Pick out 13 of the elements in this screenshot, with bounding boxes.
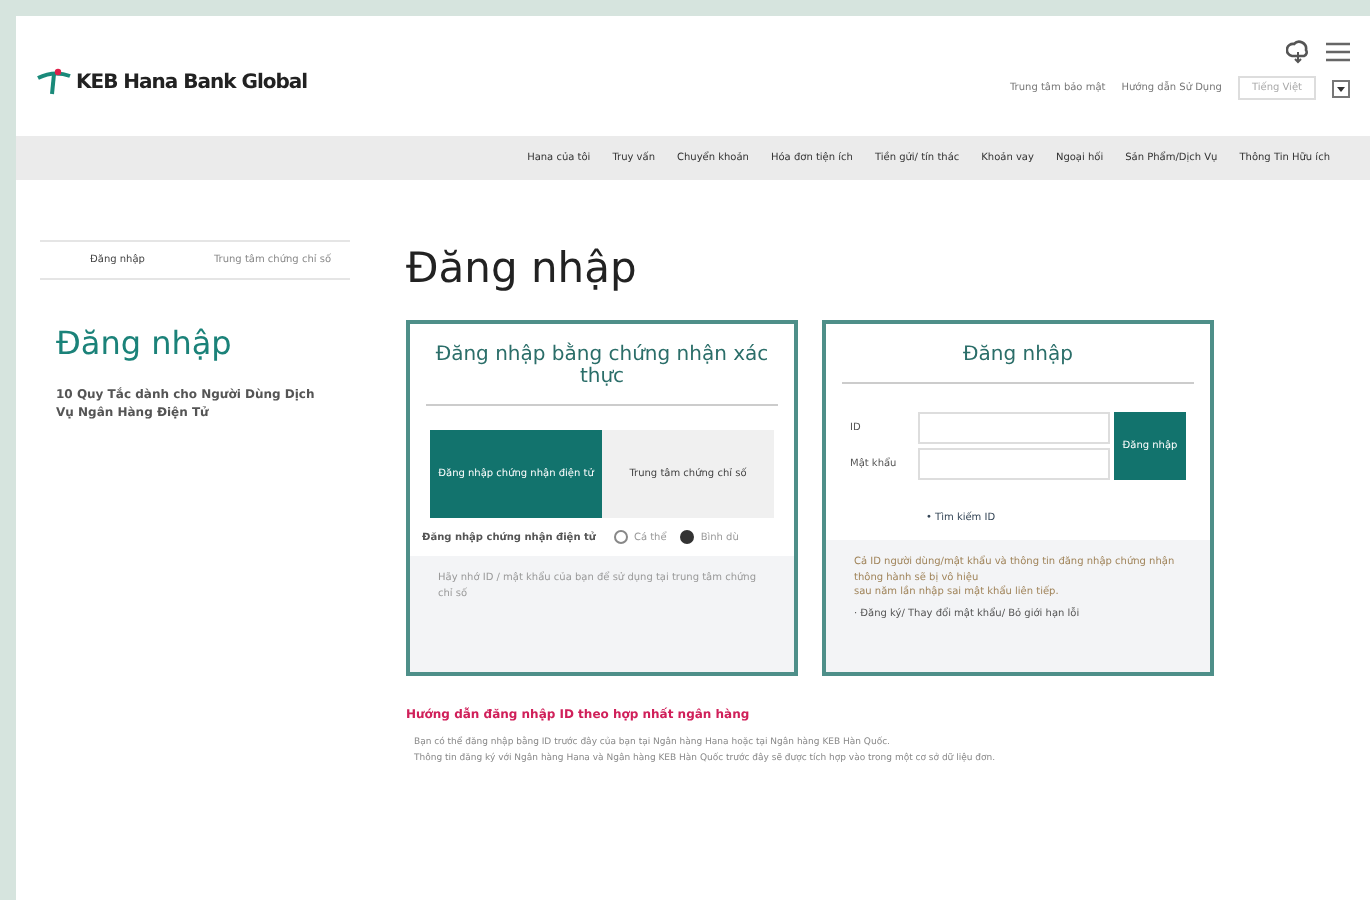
- sidebar-title: Đăng nhập: [56, 324, 234, 362]
- logo-icon: [36, 68, 72, 96]
- id-field[interactable]: [918, 412, 1110, 444]
- panel-title: Đăng nhập bằng chứng nhận xác thực: [426, 344, 778, 406]
- logo-text[interactable]: KEB Hana Bank Global: [76, 71, 308, 93]
- password-field[interactable]: [918, 448, 1110, 480]
- panel-title: Đăng nhập: [842, 344, 1194, 384]
- radio-button[interactable]: [613, 530, 628, 544]
- radio-button[interactable]: [680, 530, 695, 544]
- menu-icon[interactable]: [1326, 42, 1350, 62]
- dropdown-icon[interactable]: [1332, 79, 1350, 97]
- cloud-icon[interactable]: [1286, 40, 1310, 64]
- page-title: Đăng nhập: [406, 244, 639, 292]
